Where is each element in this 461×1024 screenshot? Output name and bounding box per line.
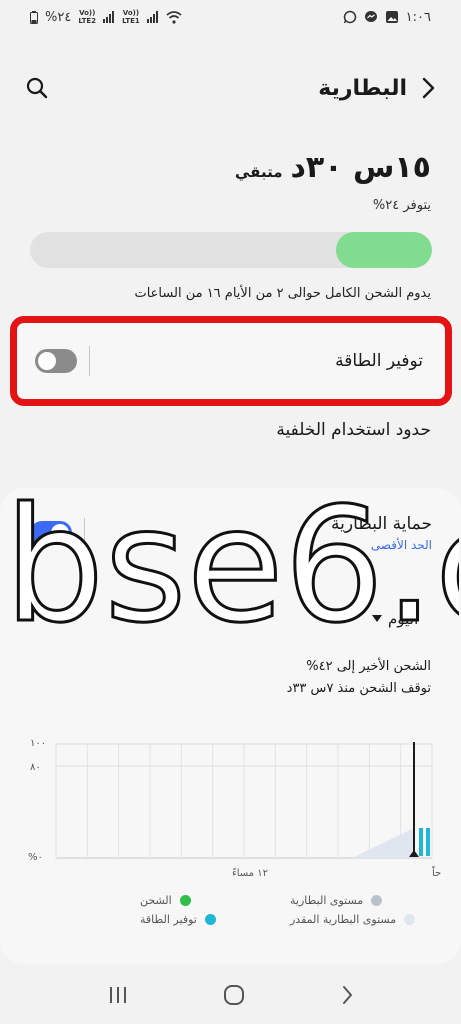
recents-icon[interactable] <box>108 986 128 1004</box>
battery-usage-chart: ١٠٠ ٨٠ %٠ ١٢ صباحاً ١٢ مساءً <box>28 738 442 879</box>
battery-level-fill <box>335 232 432 268</box>
system-nav-bar <box>0 966 461 1024</box>
search-icon[interactable] <box>26 77 48 99</box>
status-bar: %٢٤ Vo)) LTE2 Vo)) LTE1 ١:٠٦ <box>0 0 461 34</box>
power-saving-toggle[interactable] <box>35 349 77 373</box>
y-tick-100: ١٠٠ <box>30 738 46 749</box>
app-header: البطارية <box>0 64 461 112</box>
clock-time: ١:٠٦ <box>405 9 431 25</box>
legend-label: الشحن <box>140 894 172 907</box>
battery-protection-toggle[interactable] <box>30 521 72 545</box>
legend-label: مستوى البطارية المقدر <box>290 913 397 926</box>
y-tick-80: ٨٠ <box>30 762 41 773</box>
estimated-level-area <box>352 828 414 858</box>
toggle-knob <box>51 524 69 542</box>
divider <box>84 518 85 548</box>
power-saving-bar <box>426 828 430 856</box>
x-tick-noon: ١٢ مساءً <box>232 867 268 879</box>
battery-protection-mode: الحد الأقصى <box>370 538 432 552</box>
battery-details-section <box>0 488 461 964</box>
sim2-signal: Vo)) LTE2 <box>78 9 97 25</box>
full-charge-note: يدوم الشحن الكامل حوالى ٢ من الأيام ١٦ م… <box>134 286 431 301</box>
charge-info: الشحن الأخير إلى ٤٢% توقف الشحن منذ ٧س ٣… <box>287 656 431 700</box>
period-label: اليوم <box>388 610 419 628</box>
back-button[interactable]: البطارية <box>318 76 435 101</box>
power-saving-bar <box>419 828 423 856</box>
gallery-icon <box>385 10 399 24</box>
battery-percent: %٢٤ <box>45 9 72 25</box>
caret-down-icon <box>372 615 382 623</box>
time-remaining-value: ١٥س ٣٠د <box>290 150 432 185</box>
x-tick-midnight: ١٢ صباحاً <box>432 865 442 879</box>
time-remaining-suffix: متبقي <box>234 163 283 181</box>
y-tick-0: %٠ <box>28 852 43 863</box>
divider <box>89 346 90 376</box>
legend-label: مستوى البطارية <box>290 894 364 907</box>
messenger-icon <box>364 10 378 24</box>
time-remaining: ١٥س ٣٠د متبقي <box>235 150 431 185</box>
legend-dot <box>371 895 383 906</box>
sim1-signal: Vo)) LTE1 <box>122 9 140 25</box>
battery-level-bar <box>30 232 432 268</box>
legend-item: الشحن <box>140 894 290 907</box>
legend-item: توفير الطاقة <box>140 913 290 926</box>
legend-label: توفير الطاقة <box>140 913 197 926</box>
whatsapp-icon <box>343 10 357 24</box>
signal-icon <box>146 11 159 23</box>
toggle-knob <box>38 352 56 370</box>
wifi-icon <box>166 10 182 24</box>
background-limits-item[interactable]: حدود استخدام الخلفية <box>276 420 431 440</box>
battery-protection-row[interactable]: حماية البطارية الحد الأقصى <box>30 508 432 558</box>
battery-status-icon <box>30 10 38 24</box>
chevron-back-icon <box>421 77 435 99</box>
legend-dot <box>404 914 416 925</box>
home-icon[interactable] <box>223 984 245 1006</box>
back-nav-icon[interactable] <box>340 985 354 1005</box>
period-dropdown[interactable]: اليوم <box>372 610 418 628</box>
legend-item: مستوى البطارية <box>290 894 440 907</box>
charging-stopped-text: توقف الشحن منذ ٧س ٣٣د <box>286 681 431 696</box>
power-saving-row[interactable]: توفير الطاقة <box>10 316 452 406</box>
page-title: البطارية <box>318 75 407 101</box>
legend-dot <box>204 914 216 925</box>
legend-item: مستوى البطارية المقدر <box>290 913 440 926</box>
power-saving-label: توفير الطاقة <box>335 351 423 371</box>
available-percent: يتوفر ٢٤% <box>372 198 431 213</box>
chart-grid <box>55 743 433 859</box>
legend-dot <box>179 895 191 906</box>
chart-legend: مستوى البطارية الشحن مستوى البطارية المق… <box>140 894 440 926</box>
last-charge-text: الشحن الأخير إلى ٤٢% <box>306 659 431 674</box>
battery-protection-title: حماية البطارية <box>331 514 432 534</box>
signal-icon <box>103 11 115 23</box>
